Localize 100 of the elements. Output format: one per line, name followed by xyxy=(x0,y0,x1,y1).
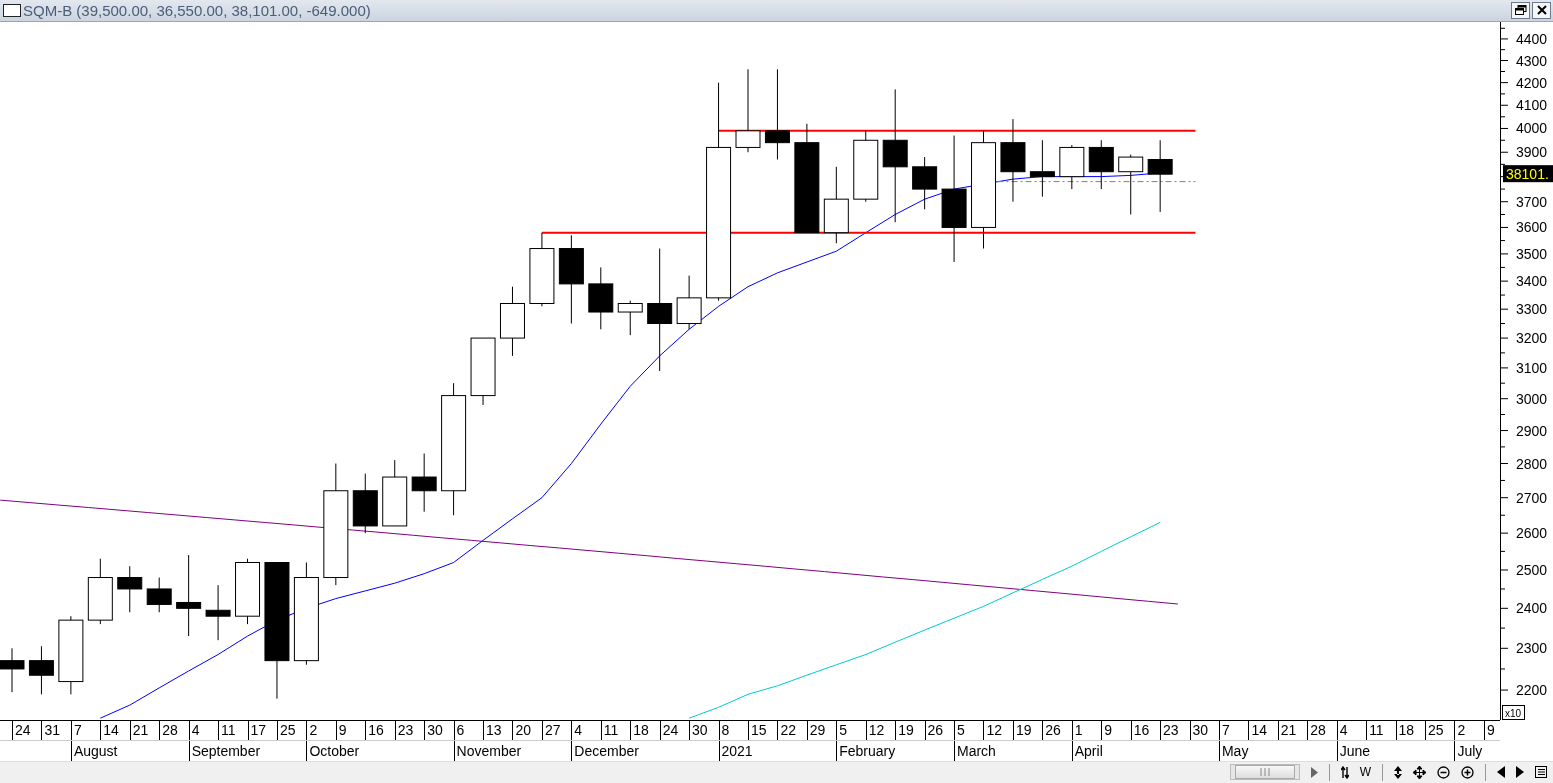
date-label: 19 xyxy=(1012,720,1043,740)
axis-label: 2300 xyxy=(1516,639,1548,656)
axis-label: 3000 xyxy=(1516,390,1548,407)
candlestick xyxy=(352,472,378,534)
scale-label: x10 xyxy=(1502,704,1525,720)
month-label: April xyxy=(1071,741,1219,761)
date-label: 23 xyxy=(1160,720,1190,740)
date-label: 11 xyxy=(218,720,248,740)
date-label: 21 xyxy=(1277,720,1308,740)
date-label: 25 xyxy=(1425,720,1455,740)
date-label: 9 xyxy=(1101,720,1131,740)
axis-label: 4400 xyxy=(1516,30,1548,47)
date-label: 9 xyxy=(1483,720,1500,740)
date-label: 12 xyxy=(865,720,896,740)
candlestick xyxy=(1029,139,1055,197)
axis-label: 4300 xyxy=(1516,52,1548,68)
candlestick xyxy=(1059,144,1085,190)
date-label: 30 xyxy=(424,720,454,740)
restore-button[interactable] xyxy=(1511,1,1530,19)
candlestick xyxy=(87,557,113,625)
scrollbar[interactable] xyxy=(1229,764,1300,781)
date-label: 29 xyxy=(806,720,837,740)
date-label: 20 xyxy=(512,720,542,740)
date-label: 23 xyxy=(394,720,425,740)
date-label: 1 xyxy=(1071,720,1102,740)
axis-label: 4100 xyxy=(1516,96,1548,113)
close-button[interactable] xyxy=(1532,1,1551,19)
price-marker: 38101. xyxy=(1503,164,1553,182)
month-label: February xyxy=(836,741,954,761)
candlestick xyxy=(470,337,496,405)
date-label: 21 xyxy=(129,720,160,740)
date-label: 16 xyxy=(365,720,395,740)
date-label: 4 xyxy=(188,720,219,740)
week-button[interactable]: W xyxy=(1359,765,1371,780)
candlestick xyxy=(617,299,643,336)
restore-icon xyxy=(1514,5,1527,16)
zoom-in-icon[interactable] xyxy=(1461,765,1474,779)
window-title: SQM-B (39,500.00, 36,550.00, 38,101.00, -649.000) xyxy=(23,1,371,19)
axis-label: 2700 xyxy=(1516,489,1548,506)
month-label: December xyxy=(571,741,719,761)
axis-label: 3300 xyxy=(1516,300,1548,317)
axis-label: 3200 xyxy=(1516,329,1548,346)
candlestick xyxy=(1118,153,1144,215)
scroll-right-icon[interactable] xyxy=(1310,766,1318,778)
candlestick xyxy=(117,565,143,613)
candlestick xyxy=(912,156,938,210)
date-label: 6 xyxy=(453,720,483,740)
list-icon[interactable] xyxy=(1535,766,1547,779)
date-label: 7 xyxy=(1218,720,1249,740)
axis-label: 3900 xyxy=(1516,143,1548,160)
date-label: 18 xyxy=(630,720,660,740)
month-label: August xyxy=(70,741,189,761)
candlestick xyxy=(205,584,231,641)
close-icon xyxy=(1536,5,1547,16)
month-label: October xyxy=(306,741,454,761)
date-label: 15 xyxy=(747,720,778,740)
zoom-out-icon[interactable] xyxy=(1437,765,1450,779)
date-label: 26 xyxy=(924,720,954,740)
month-label: May xyxy=(1218,741,1337,761)
axis-label: 2800 xyxy=(1516,455,1548,471)
date-label: 11 xyxy=(600,720,631,740)
date-label: 14 xyxy=(100,720,130,740)
right-arrow-icon[interactable] xyxy=(1516,766,1524,779)
axis-label: 3400 xyxy=(1516,272,1548,289)
month-label: July xyxy=(1454,741,1500,761)
axis-label: 2900 xyxy=(1516,422,1548,439)
date-label: 25 xyxy=(276,720,307,740)
month-label: June xyxy=(1336,741,1455,761)
date-label: 5 xyxy=(836,720,866,740)
left-arrow-icon[interactable] xyxy=(1497,766,1505,779)
date-label: 27 xyxy=(541,720,572,740)
candlestick xyxy=(382,459,408,526)
month-label: September xyxy=(188,741,307,761)
move-icon[interactable] xyxy=(1413,765,1426,779)
date-label: 28 xyxy=(1307,720,1337,740)
axis-label: 4000 xyxy=(1516,119,1548,136)
date-label: 4 xyxy=(571,720,601,740)
date-label: 28 xyxy=(159,720,189,740)
swap-icon[interactable] xyxy=(1340,765,1349,779)
date-label: 2 xyxy=(306,720,336,740)
candlestick xyxy=(411,452,437,512)
date-label: 16 xyxy=(1130,720,1161,740)
axis-label: 3600 xyxy=(1516,218,1548,235)
scroll-thumb[interactable] xyxy=(1234,765,1295,780)
date-label: 4 xyxy=(1336,720,1367,740)
vertical-resize-icon[interactable] xyxy=(1394,765,1402,779)
date-label: 26 xyxy=(1042,720,1072,740)
date-label: 31 xyxy=(41,720,71,740)
candlestick xyxy=(0,647,25,693)
date-label: 8 xyxy=(718,720,748,740)
axis-label: 2200 xyxy=(1516,681,1548,698)
date-label: 24 xyxy=(12,720,42,740)
date-label: 12 xyxy=(983,720,1013,740)
date-label: 30 xyxy=(1189,720,1219,740)
date-label: 5 xyxy=(954,720,984,740)
month-label: 2021 xyxy=(718,741,837,761)
candlestick xyxy=(588,266,614,330)
axis-label: 4200 xyxy=(1516,74,1548,91)
date-label: 24 xyxy=(659,720,690,740)
date-label: 17 xyxy=(247,720,277,740)
